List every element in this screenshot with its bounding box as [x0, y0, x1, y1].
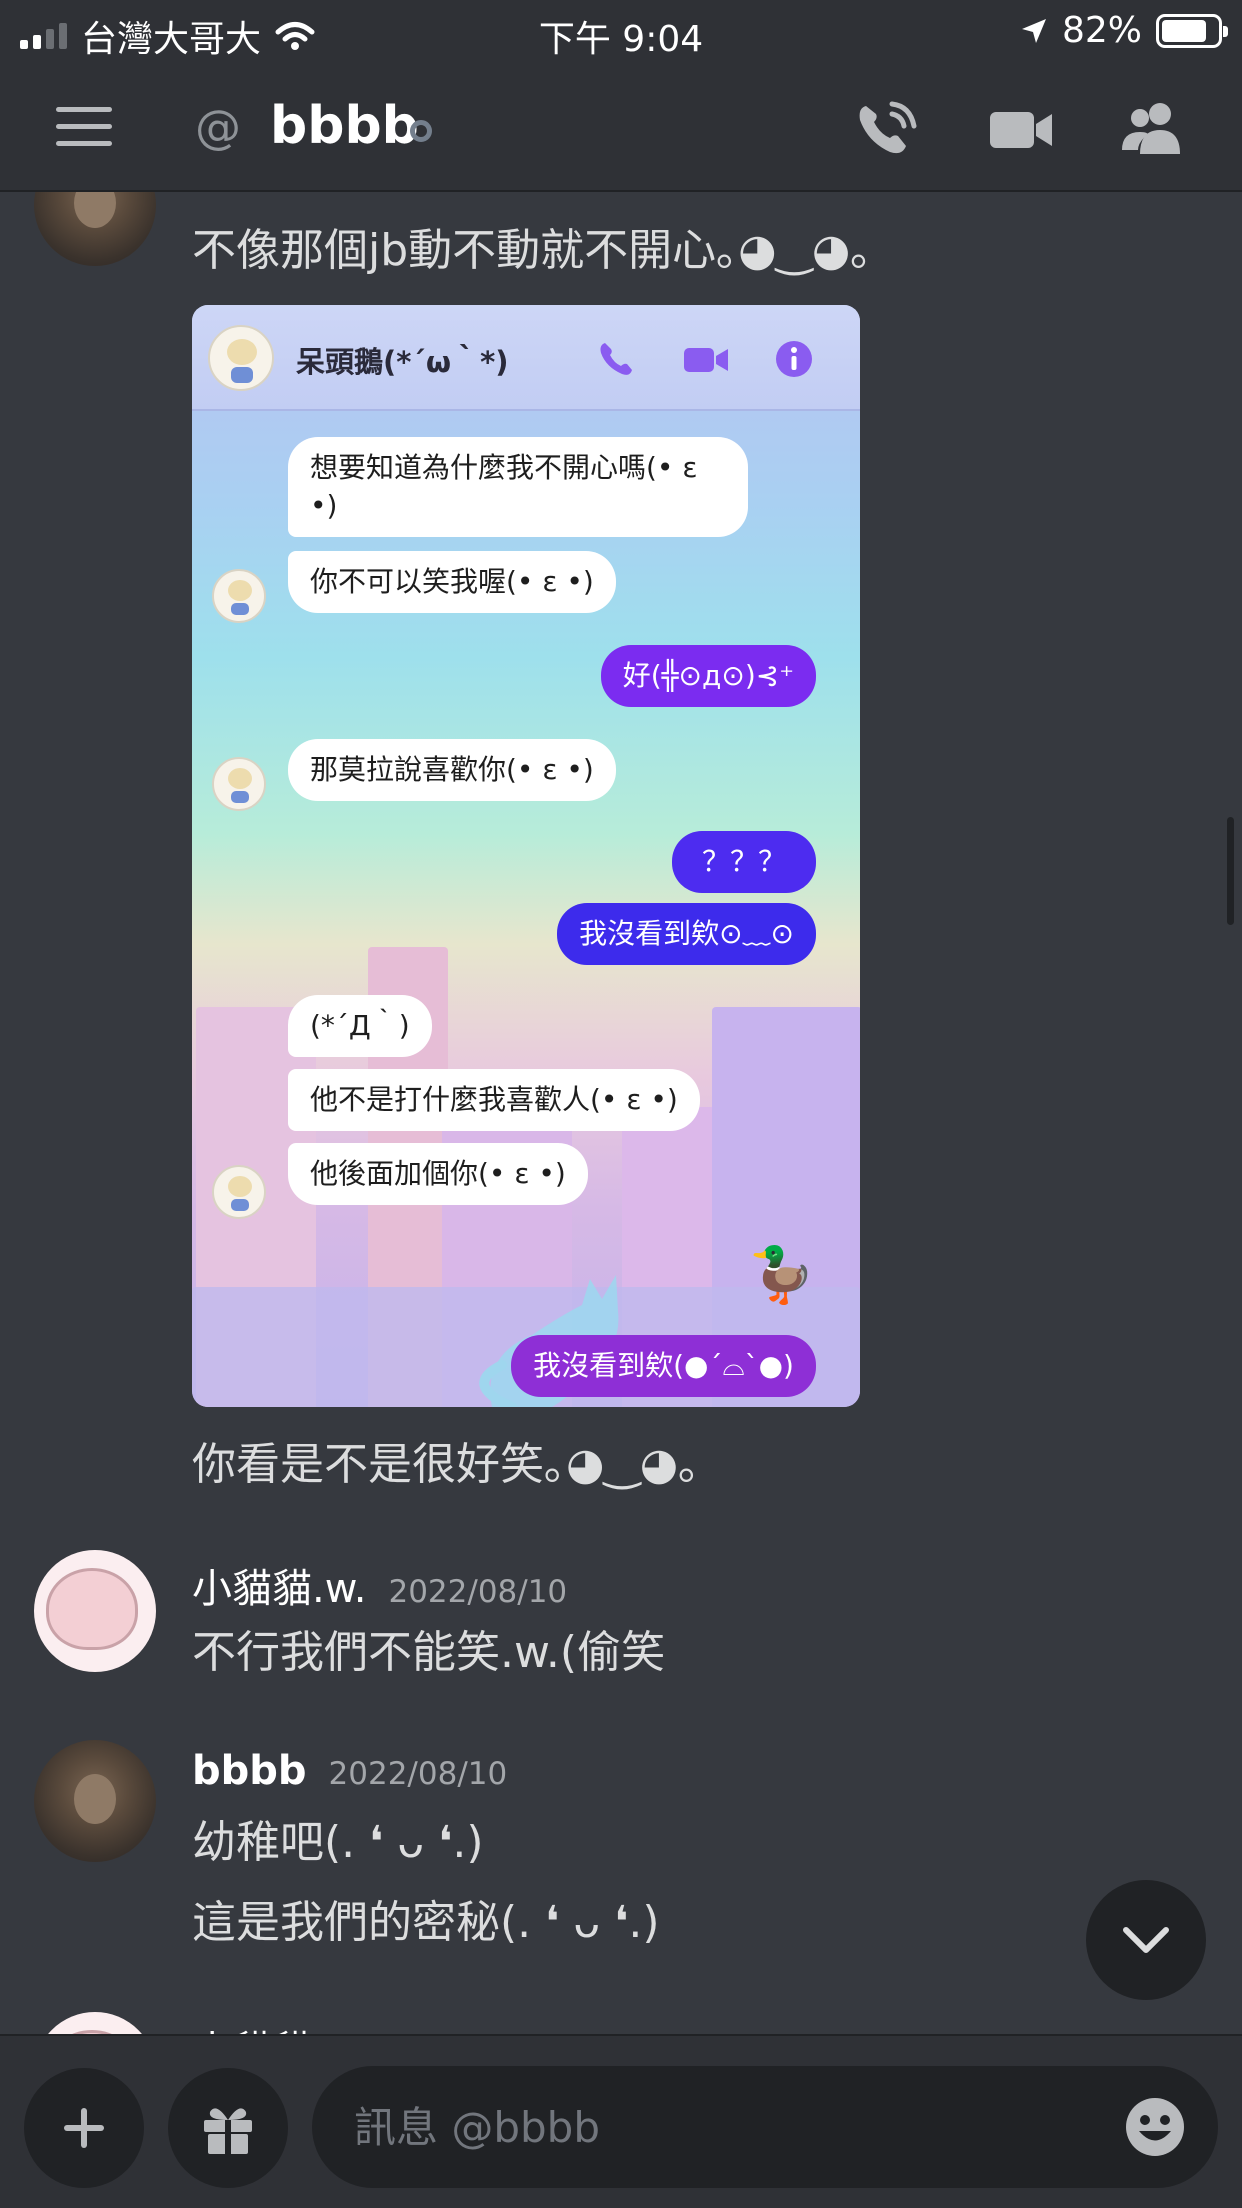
avatar[interactable] — [34, 1740, 156, 1862]
contact-avatar — [212, 569, 266, 623]
contact-name: 呆頭鵝(*´ω｀*) — [296, 345, 509, 379]
top-bar: 台灣大哥大 下午 9:04 82% @ bbbb — [0, 0, 1242, 192]
message-input[interactable] — [354, 2066, 1054, 2188]
info-icon — [776, 341, 812, 377]
phone-call-icon[interactable] — [852, 98, 922, 158]
video-camera-icon[interactable] — [986, 98, 1056, 158]
members-icon[interactable] — [1118, 98, 1188, 158]
gift-button[interactable] — [168, 2068, 288, 2188]
plus-icon — [64, 2108, 104, 2148]
channel-header: @ bbbb — [0, 62, 1242, 192]
message-composer — [0, 2034, 1242, 2208]
message-text: 不行我們不能笑.w.(偷笑 — [192, 1627, 666, 1678]
image-attachment[interactable]: 呆頭鵝(*´ω｀*) 想要知道為什麼我不開心嗎(• ε •) 你不可以笑我喔(•… — [192, 305, 860, 1407]
author-name[interactable]: bbbb — [192, 1748, 307, 1794]
chat-bubble-incoming: 他後面加個你(• ε •) — [288, 1143, 588, 1205]
message-list[interactable]: 不像那個jb動不動就不開心｡◕‿◕｡ 呆頭鵝(*´ω｀*) 想要知道為什麼我不開… — [0, 192, 1242, 2034]
avatar[interactable] — [34, 192, 156, 266]
chat-bubble-incoming: 想要知道為什麼我不開心嗎(• ε •) — [288, 437, 748, 537]
chat-bubble-outgoing: 我沒看到欸(●´⌓`●) — [511, 1335, 816, 1397]
battery-icon — [1156, 13, 1228, 48]
duck-icon: 🦆 — [748, 1243, 816, 1306]
author-line: bbbb 2022/08/10 — [192, 1748, 507, 1794]
contact-avatar — [208, 325, 274, 391]
scroll-indicator[interactable] — [1227, 817, 1234, 925]
at-sign-icon: @ — [195, 100, 241, 154]
timestamp: 2022/08/10 — [388, 1574, 568, 1610]
chat-bubble-incoming: (*´Д｀) — [288, 995, 432, 1057]
phone-icon — [600, 343, 632, 375]
battery-percent: 82% — [1061, 10, 1142, 51]
add-attachment-button[interactable] — [24, 2068, 144, 2188]
battery-level-fill — [1162, 19, 1207, 42]
hamburger-menu-icon[interactable] — [56, 107, 112, 147]
emoji-icon[interactable] — [1124, 2096, 1186, 2158]
author-line: 小貓貓.w. 2022/08/10 — [192, 1556, 567, 1614]
contact-avatar — [212, 757, 266, 811]
message-text: 幼稚吧(. ❛ ᴗ ❛.) — [192, 1817, 484, 1868]
avatar[interactable] — [34, 2012, 156, 2034]
chevron-down-icon — [1123, 1927, 1169, 1953]
status-bar: 台灣大哥大 下午 9:04 82% — [0, 0, 1242, 62]
contact-avatar — [212, 1165, 266, 1219]
chat-bubble-incoming: 你不可以笑我喔(• ε •) — [288, 551, 616, 613]
chat-bubble-outgoing: 好(╬⊙д⊙)⊰⁺ — [600, 645, 816, 707]
gift-icon — [204, 2108, 252, 2154]
location-arrow-icon — [1021, 18, 1046, 43]
author-name[interactable]: 小貓貓 — [192, 2018, 312, 2034]
channel-title: bbbb — [270, 96, 419, 156]
messenger-header: 呆頭鵝(*´ω｀*) — [192, 305, 860, 411]
chat-bubble-incoming: 那莫拉說喜歡你(• ε •) — [288, 739, 616, 801]
timestamp: 2022/08/10 — [328, 1756, 508, 1792]
offline-status-icon — [410, 120, 432, 142]
message-text: 這是我們的密秘(. ❛ ᴗ ❛.) — [192, 1897, 660, 1948]
video-icon — [684, 348, 728, 372]
chat-bubble-incoming: 他不是打什麼我喜歡人(• ε •) — [288, 1069, 700, 1131]
avatar[interactable] — [34, 1550, 156, 1672]
message-text: 你看是不是很好笑｡◕‿◕｡ — [192, 1439, 701, 1490]
chat-bubble-outgoing: 我沒看到欸⊙﹏⊙ — [557, 903, 816, 965]
message-input-container — [312, 2066, 1218, 2188]
message-text: 不像那個jb動不動就不開心｡◕‿◕｡ — [192, 225, 873, 276]
chat-bubble-outgoing: ？？？ — [671, 831, 816, 893]
jump-to-latest-button[interactable] — [1086, 1880, 1206, 2000]
author-name[interactable]: 小貓貓.w. — [192, 1566, 366, 1612]
